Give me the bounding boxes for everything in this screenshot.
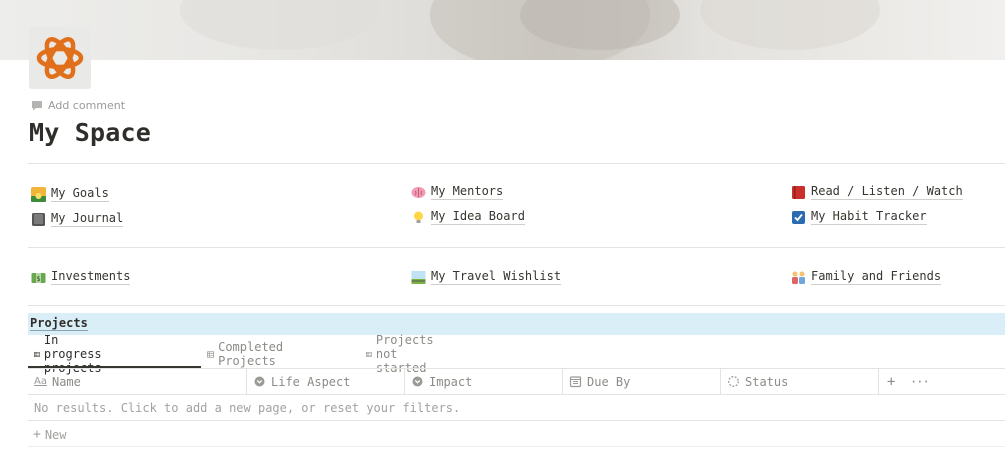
column-header-status[interactable]: Status bbox=[721, 369, 878, 394]
link-read-listen-watch[interactable]: Read / Listen / Watch bbox=[791, 184, 963, 200]
row-divider bbox=[28, 420, 1005, 421]
column-label: Impact bbox=[429, 374, 473, 389]
link-label: Read / Listen / Watch bbox=[811, 184, 963, 200]
link-label: Family and Friends bbox=[811, 269, 942, 285]
tab-in-progress-projects[interactable]: In progress projects bbox=[34, 333, 109, 375]
table-icon bbox=[207, 350, 214, 358]
link-label: My Travel Wishlist bbox=[431, 269, 562, 285]
column-label: Due By bbox=[587, 374, 631, 389]
link-family-and-friends[interactable]: Family and Friends bbox=[791, 269, 942, 285]
sunrise-emoji-icon bbox=[31, 186, 46, 202]
table-header: Aa Name Life Aspect Impact Due By Status… bbox=[28, 368, 1005, 395]
tab-completed-projects[interactable]: Completed Projects bbox=[207, 340, 289, 368]
link-my-mentors[interactable]: My Mentors bbox=[411, 184, 504, 200]
table-icon bbox=[34, 351, 40, 357]
money-emoji-icon: $ bbox=[31, 270, 46, 285]
tab-label: Completed Projects bbox=[218, 340, 284, 368]
check-box-emoji-icon bbox=[791, 210, 806, 225]
link-my-travel-wishlist[interactable]: My Travel Wishlist bbox=[411, 269, 562, 285]
orange-atom-knot-icon bbox=[36, 37, 84, 79]
link-label: My Idea Board bbox=[431, 209, 525, 225]
link-my-idea-board[interactable]: My Idea Board bbox=[411, 209, 525, 225]
select-icon bbox=[412, 376, 423, 387]
table-bottom-divider bbox=[28, 446, 1005, 447]
comment-icon bbox=[32, 101, 42, 111]
cover-image bbox=[0, 0, 1005, 60]
new-row-button[interactable]: + New bbox=[33, 427, 67, 442]
link-label: My Mentors bbox=[431, 184, 504, 200]
red-book-emoji-icon bbox=[791, 185, 806, 200]
more-options-button[interactable]: ··· bbox=[904, 369, 934, 394]
notebook-emoji-icon bbox=[31, 212, 46, 227]
column-label: Status bbox=[745, 374, 789, 389]
tab-projects-not-started[interactable]: Projects not started bbox=[366, 333, 441, 375]
railway-emoji-icon bbox=[411, 270, 426, 285]
page-title: My Space bbox=[29, 118, 152, 147]
add-comment-label: Add comment bbox=[48, 99, 126, 112]
page-icon[interactable] bbox=[29, 27, 91, 89]
link-label: My Goals bbox=[51, 186, 109, 202]
table-icon bbox=[366, 351, 372, 357]
more-icon: ··· bbox=[910, 374, 930, 389]
empty-results-message[interactable]: No results. Click to add a new page, or … bbox=[34, 401, 460, 415]
projects-heading[interactable]: Projects bbox=[30, 317, 88, 331]
link-my-habit-tracker[interactable]: My Habit Tracker bbox=[791, 209, 927, 225]
link-label: My Journal bbox=[51, 211, 124, 227]
family-emoji-icon bbox=[791, 270, 806, 285]
column-header-name[interactable]: Aa Name bbox=[28, 369, 246, 394]
plus-icon: + bbox=[887, 373, 896, 390]
column-label: Life Aspect bbox=[271, 374, 351, 389]
divider bbox=[28, 163, 1005, 164]
text-aa-icon: Aa bbox=[34, 376, 47, 387]
select-icon bbox=[254, 376, 265, 387]
link-label: My Habit Tracker bbox=[811, 209, 927, 225]
brain-emoji-icon bbox=[411, 185, 426, 200]
link-label: Investments bbox=[51, 269, 131, 285]
link-my-journal[interactable]: My Journal bbox=[31, 211, 124, 227]
link-investments[interactable]: $ Investments bbox=[31, 269, 131, 285]
column-label: Name bbox=[51, 374, 81, 389]
svg-text:$: $ bbox=[36, 275, 40, 283]
new-row-label: New bbox=[44, 427, 67, 442]
plus-icon: + bbox=[33, 427, 41, 442]
column-header-due-by[interactable]: Due By bbox=[563, 369, 720, 394]
divider bbox=[28, 247, 1005, 248]
column-header-life-aspect[interactable]: Life Aspect bbox=[247, 369, 404, 394]
status-icon bbox=[728, 376, 739, 387]
lightbulb-emoji-icon bbox=[411, 210, 426, 225]
column-header-impact[interactable]: Impact bbox=[405, 369, 562, 394]
calendar-icon bbox=[569, 376, 582, 388]
add-comment-button[interactable]: Add comment bbox=[31, 99, 125, 112]
projects-heading-bar: Projects bbox=[28, 313, 1005, 335]
link-my-goals[interactable]: My Goals bbox=[31, 186, 109, 202]
divider bbox=[28, 305, 1005, 306]
